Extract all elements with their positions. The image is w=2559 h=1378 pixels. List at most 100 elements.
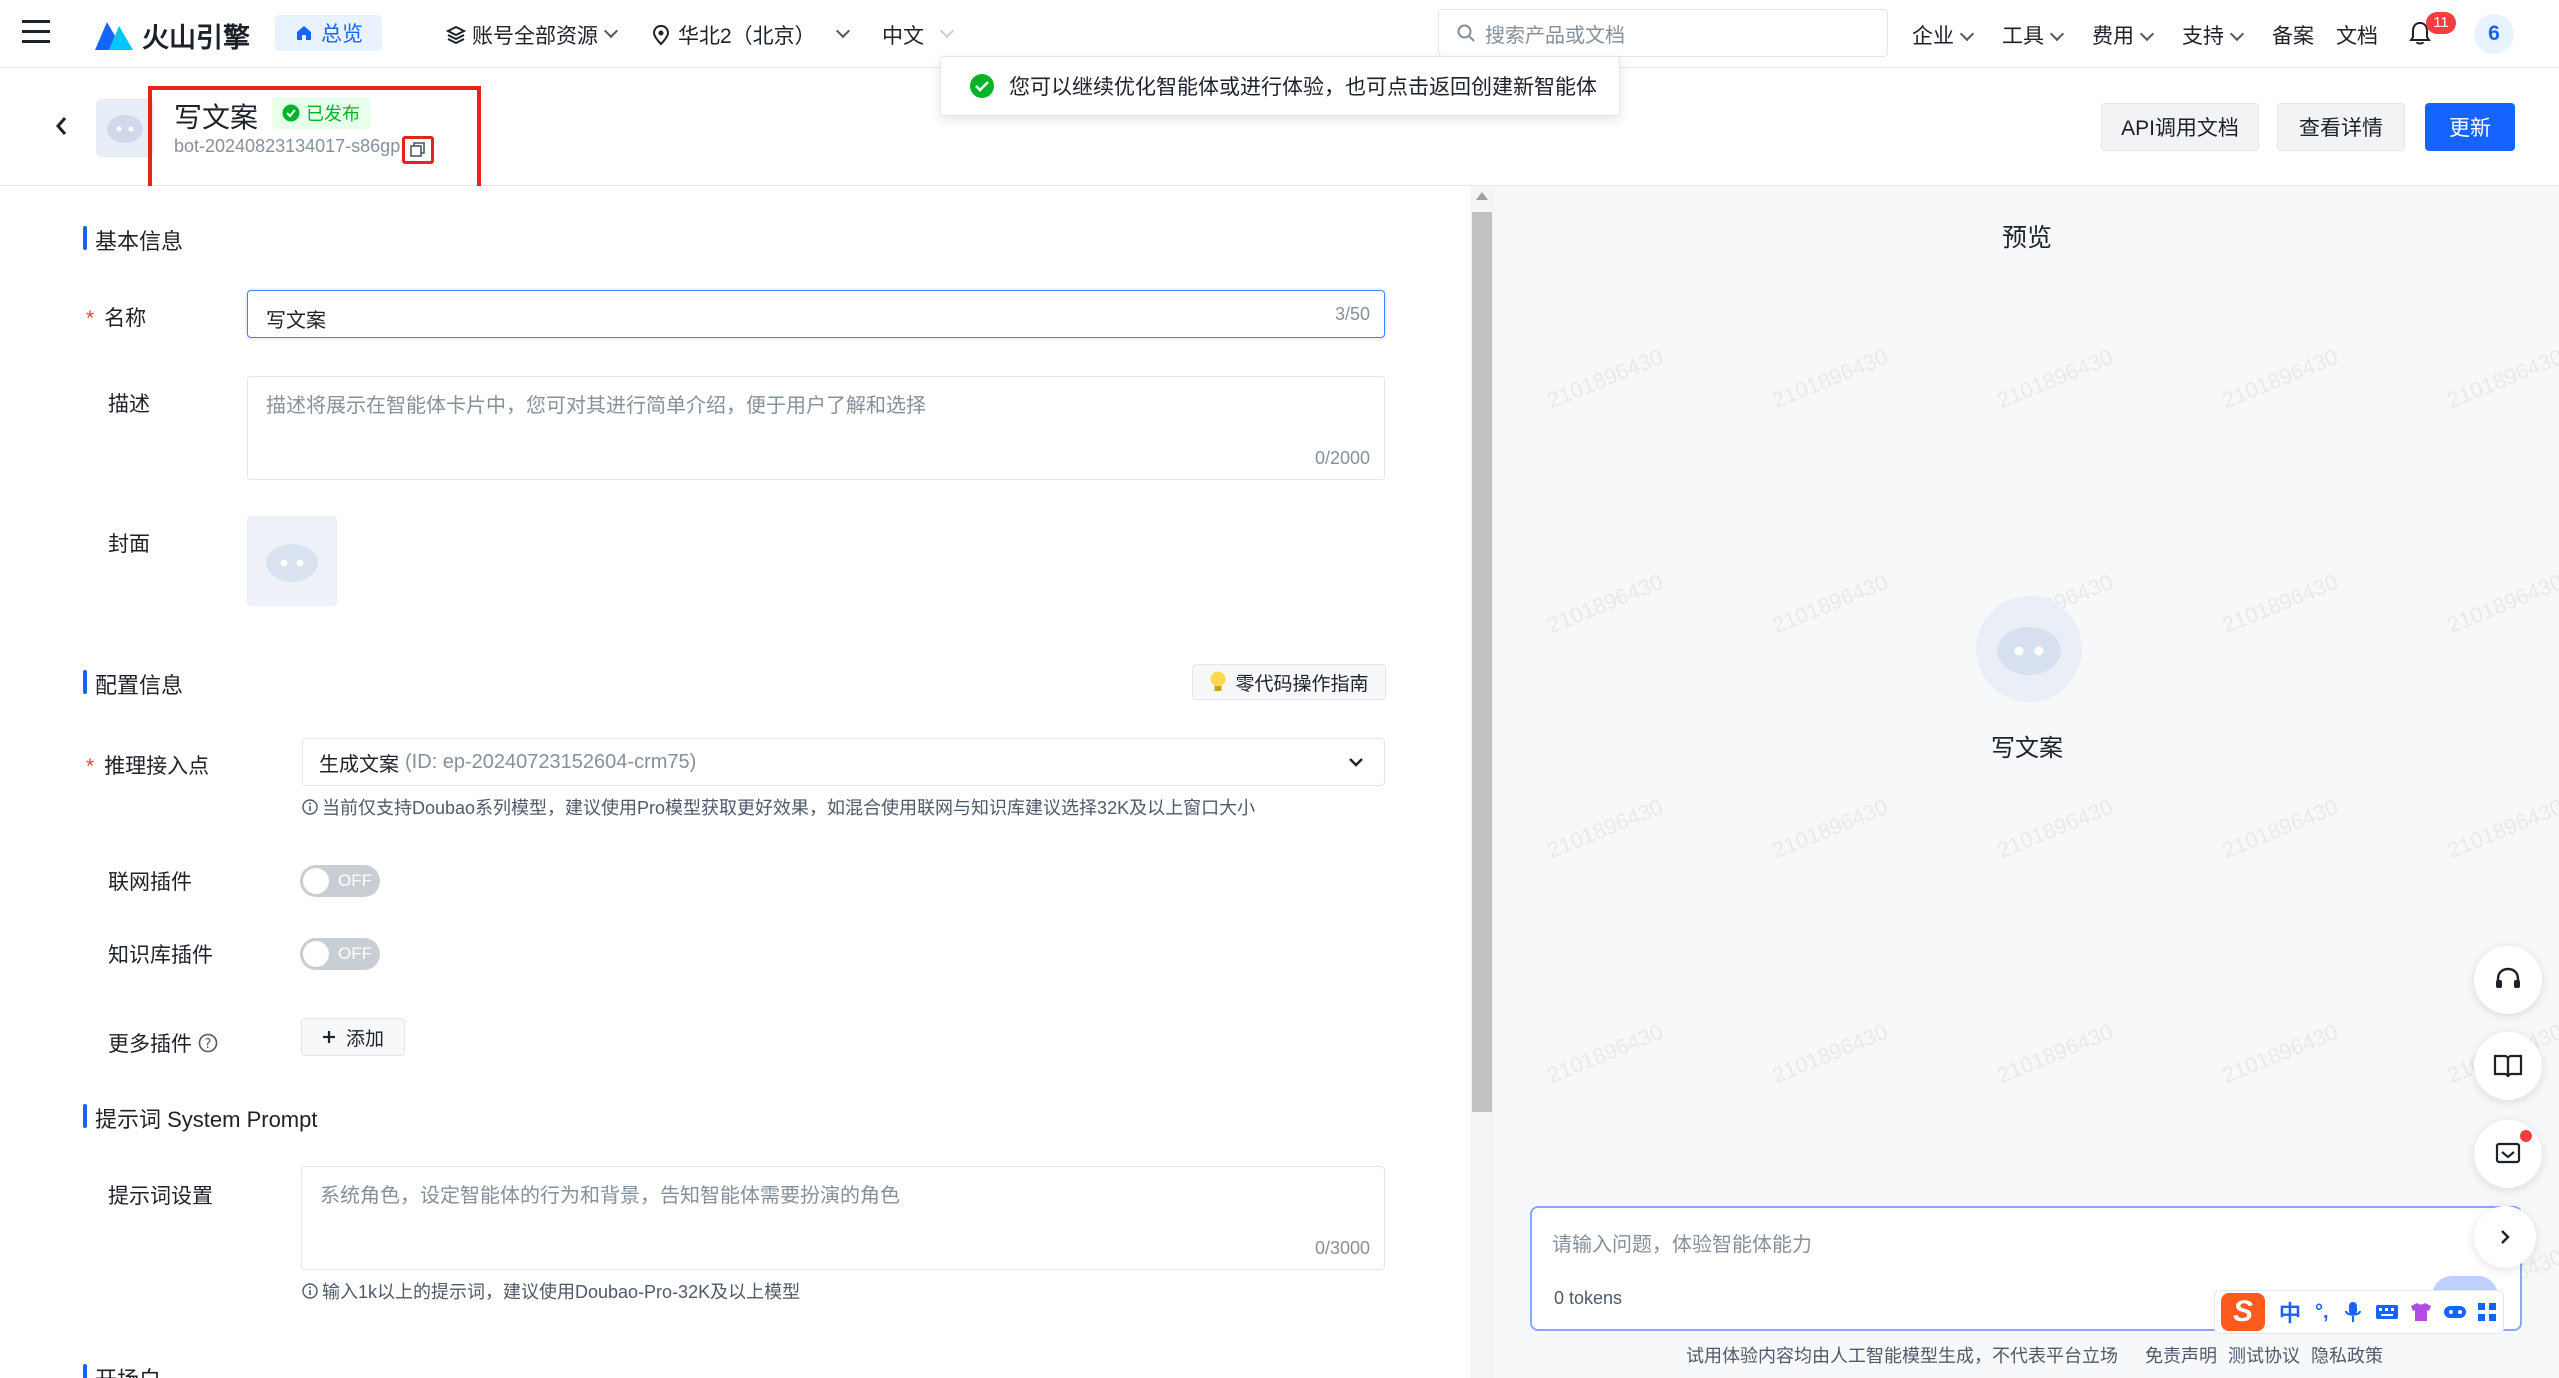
nav-menu-label: 企业 xyxy=(1912,25,1954,48)
ime-punctuation-toggle[interactable]: °, xyxy=(2315,1301,2329,1324)
brand-name[interactable]: 火山引擎 xyxy=(142,16,250,55)
hamburger-menu-icon[interactable] xyxy=(22,20,50,44)
expand-panel-button[interactable] xyxy=(2474,1206,2536,1268)
prompt-hint: 输入1k以上的提示词，建议使用Doubao-Pro-32K及以上模型 xyxy=(302,1278,800,1304)
nav-link-filing[interactable]: 备案 xyxy=(2272,20,2314,50)
chevron-down-icon xyxy=(939,23,955,39)
section-title-opening: 开场白 xyxy=(83,1362,161,1378)
watermark-text: 2101896430 xyxy=(2218,569,2342,639)
api-docs-button[interactable]: API调用文档 xyxy=(2101,103,2259,151)
toggle-state: OFF xyxy=(338,871,372,890)
scrollbar-thumb[interactable] xyxy=(1472,212,1492,1112)
name-input[interactable]: 写文案 3/50 xyxy=(247,290,1385,338)
zero-code-guide-button[interactable]: 零代码操作指南 xyxy=(1192,664,1386,700)
volcengine-logo-icon[interactable] xyxy=(95,16,133,50)
check-circle-icon xyxy=(970,74,994,98)
endpoint-select[interactable]: 生成文案 (ID: ep-20240723152604-crm75) xyxy=(302,738,1385,786)
region-dropdown[interactable]: 华北2（北京） xyxy=(652,20,850,50)
search-input[interactable]: 搜索产品或文档 xyxy=(1438,9,1888,57)
overview-tab[interactable]: 总览 xyxy=(275,15,382,51)
ime-toolbar[interactable]: S 中 °, xyxy=(2214,1290,2504,1334)
section-title-basic: 基本信息 xyxy=(83,224,183,256)
skin-icon[interactable] xyxy=(2409,1302,2433,1322)
preview-bot-name: 写文案 xyxy=(1991,735,2063,762)
privacy-policy-link[interactable]: 隐私政策 xyxy=(2311,1346,2383,1366)
nav-menu-label: 支持 xyxy=(2182,25,2224,48)
robot-icon xyxy=(1997,627,2061,675)
chevron-down-icon xyxy=(835,23,850,39)
chevron-down-icon xyxy=(1959,26,1975,42)
back-arrow-icon[interactable] xyxy=(54,115,74,137)
section-title-config: 配置信息 xyxy=(83,668,183,700)
layers-icon xyxy=(446,25,466,45)
system-prompt-textarea[interactable]: 系统角色，设定智能体的行为和背景，告知智能体需要扮演的角色 0/3000 xyxy=(301,1166,1385,1270)
plus-icon xyxy=(322,1031,335,1043)
update-button[interactable]: 更新 xyxy=(2425,103,2515,151)
resources-label: 账号全部资源 xyxy=(472,25,598,48)
watermark-text: 2101896430 xyxy=(1543,344,1667,414)
more-plugins-label: 更多插件 ? xyxy=(108,1028,218,1058)
description-char-count: 0/2000 xyxy=(1314,448,1370,468)
prompt-label: 提示词设置 xyxy=(108,1185,213,1208)
feedback-button[interactable] xyxy=(2474,1120,2542,1188)
chevron-down-icon xyxy=(2139,26,2155,42)
scroll-up-arrow-icon[interactable] xyxy=(1476,192,1488,200)
nav-menu-billing[interactable]: 费用 xyxy=(2092,20,2155,50)
chevron-down-icon xyxy=(2049,26,2065,42)
cover-image-upload[interactable] xyxy=(247,516,337,606)
nav-menu-enterprise[interactable]: 企业 xyxy=(1912,20,1975,50)
add-plugin-button[interactable]: 添加 xyxy=(301,1018,405,1056)
chevron-down-icon xyxy=(603,23,619,39)
customer-service-button[interactable] xyxy=(2474,946,2542,1014)
kb-plugin-toggle[interactable]: OFF xyxy=(300,938,380,970)
endpoint-value: 生成文案 xyxy=(319,753,399,776)
apps-grid-icon[interactable] xyxy=(2477,1302,2497,1322)
headset-icon xyxy=(2496,967,2520,988)
keyboard-icon[interactable] xyxy=(2375,1303,2399,1321)
game-controller-icon[interactable] xyxy=(2443,1303,2467,1321)
watermark-text: 2101896430 xyxy=(1543,794,1667,864)
nav-menu-label: 工具 xyxy=(2002,25,2044,48)
sogou-logo-icon: S xyxy=(2221,1293,2265,1331)
prompt-placeholder: 系统角色，设定智能体的行为和背景，告知智能体需要扮演的角色 xyxy=(320,1185,900,1207)
info-icon xyxy=(302,799,318,815)
overview-tab-label: 总览 xyxy=(321,23,363,46)
question-circle-icon: ? xyxy=(198,1033,218,1053)
guide-button-label: 零代码操作指南 xyxy=(1235,673,1369,695)
chevron-down-icon xyxy=(1349,758,1363,767)
prompt-char-count: 0/3000 xyxy=(1314,1238,1370,1258)
microphone-icon[interactable] xyxy=(2344,1301,2361,1323)
avatar[interactable]: 6 xyxy=(2474,14,2514,54)
watermark-text: 2101896430 xyxy=(1543,569,1667,639)
robot-icon xyxy=(107,115,143,143)
watermark-text: 2101896430 xyxy=(2443,344,2559,414)
section-title-prompt: 提示词 System Prompt xyxy=(83,1102,317,1134)
documentation-button[interactable] xyxy=(2474,1032,2542,1100)
language-dropdown[interactable]: 中文 xyxy=(882,20,955,50)
search-placeholder: 搜索产品或文档 xyxy=(1485,24,1625,47)
toast-message: 您可以继续优化智能体或进行体验，也可点击返回创建新智能体 xyxy=(1009,76,1597,99)
endpoint-id: (ID: ep-20240723152604-crm75) xyxy=(405,750,697,773)
annotation-highlight-box xyxy=(148,86,481,190)
test-agreement-link[interactable]: 测试协议 xyxy=(2228,1346,2300,1366)
resources-dropdown[interactable]: 账号全部资源 xyxy=(446,20,619,50)
disclaimer-link[interactable]: 免责声明 xyxy=(2145,1346,2217,1366)
web-plugin-toggle[interactable]: OFF xyxy=(300,865,380,897)
cover-label: 封面 xyxy=(108,533,150,556)
watermark-text: 2101896430 xyxy=(1993,344,2117,414)
watermark-text: 2101896430 xyxy=(2218,1019,2342,1089)
view-details-button[interactable]: 查看详情 xyxy=(2277,103,2405,151)
ime-language-toggle[interactable]: 中 xyxy=(2279,1296,2301,1328)
add-button-label: 添加 xyxy=(345,1028,384,1050)
description-textarea[interactable]: 描述将展示在智能体卡片中，您可对其进行简单介绍，便于用户了解和选择 0/2000 xyxy=(247,376,1385,480)
nav-menu-support[interactable]: 支持 xyxy=(2182,20,2245,50)
endpoint-hint-text: 当前仅支持Doubao系列模型，建议使用Pro模型获取更好效果，如混合使用联网与… xyxy=(322,798,1256,818)
chevron-right-icon xyxy=(2501,1230,2510,1244)
message-edit-icon xyxy=(2495,1142,2521,1164)
lightbulb-icon xyxy=(1210,671,1226,691)
home-icon xyxy=(297,26,311,40)
endpoint-hint: 当前仅支持Doubao系列模型，建议使用Pro模型获取更好效果，如混合使用联网与… xyxy=(302,794,1255,820)
agent-config-form: 基本信息 * 名称 写文案 3/50 描述 描述将展示在智能体卡片中，您可对其进行… xyxy=(0,186,1470,1378)
nav-menu-tools[interactable]: 工具 xyxy=(2002,20,2065,50)
nav-link-docs[interactable]: 文档 xyxy=(2336,20,2378,50)
